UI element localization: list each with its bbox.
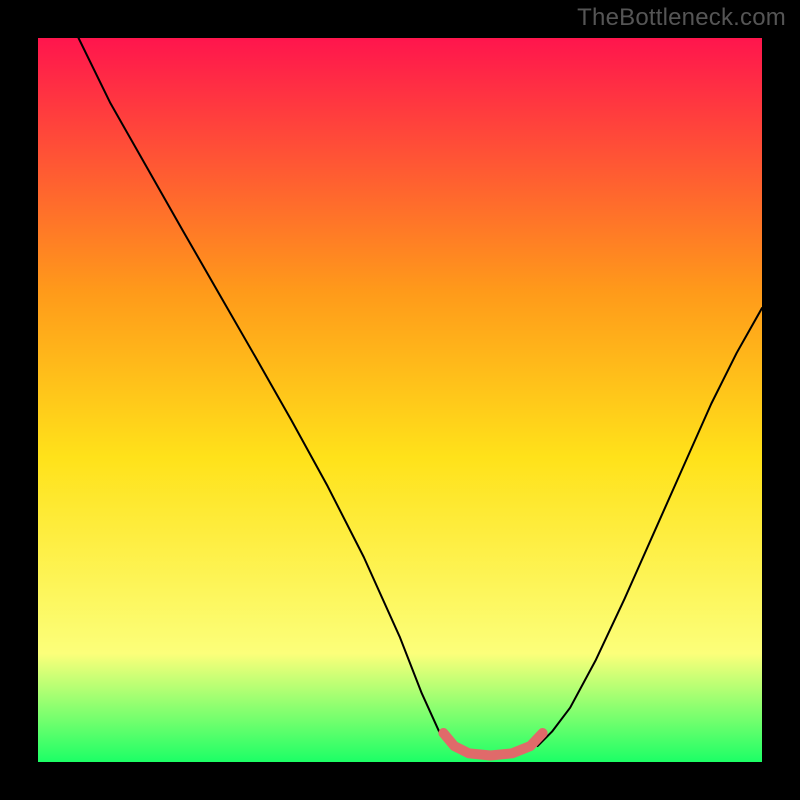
gradient-background bbox=[38, 38, 762, 762]
plot-svg bbox=[38, 38, 762, 762]
chart-frame: TheBottleneck.com bbox=[0, 0, 800, 800]
plot-area bbox=[38, 38, 762, 762]
watermark-text: TheBottleneck.com bbox=[577, 4, 786, 32]
